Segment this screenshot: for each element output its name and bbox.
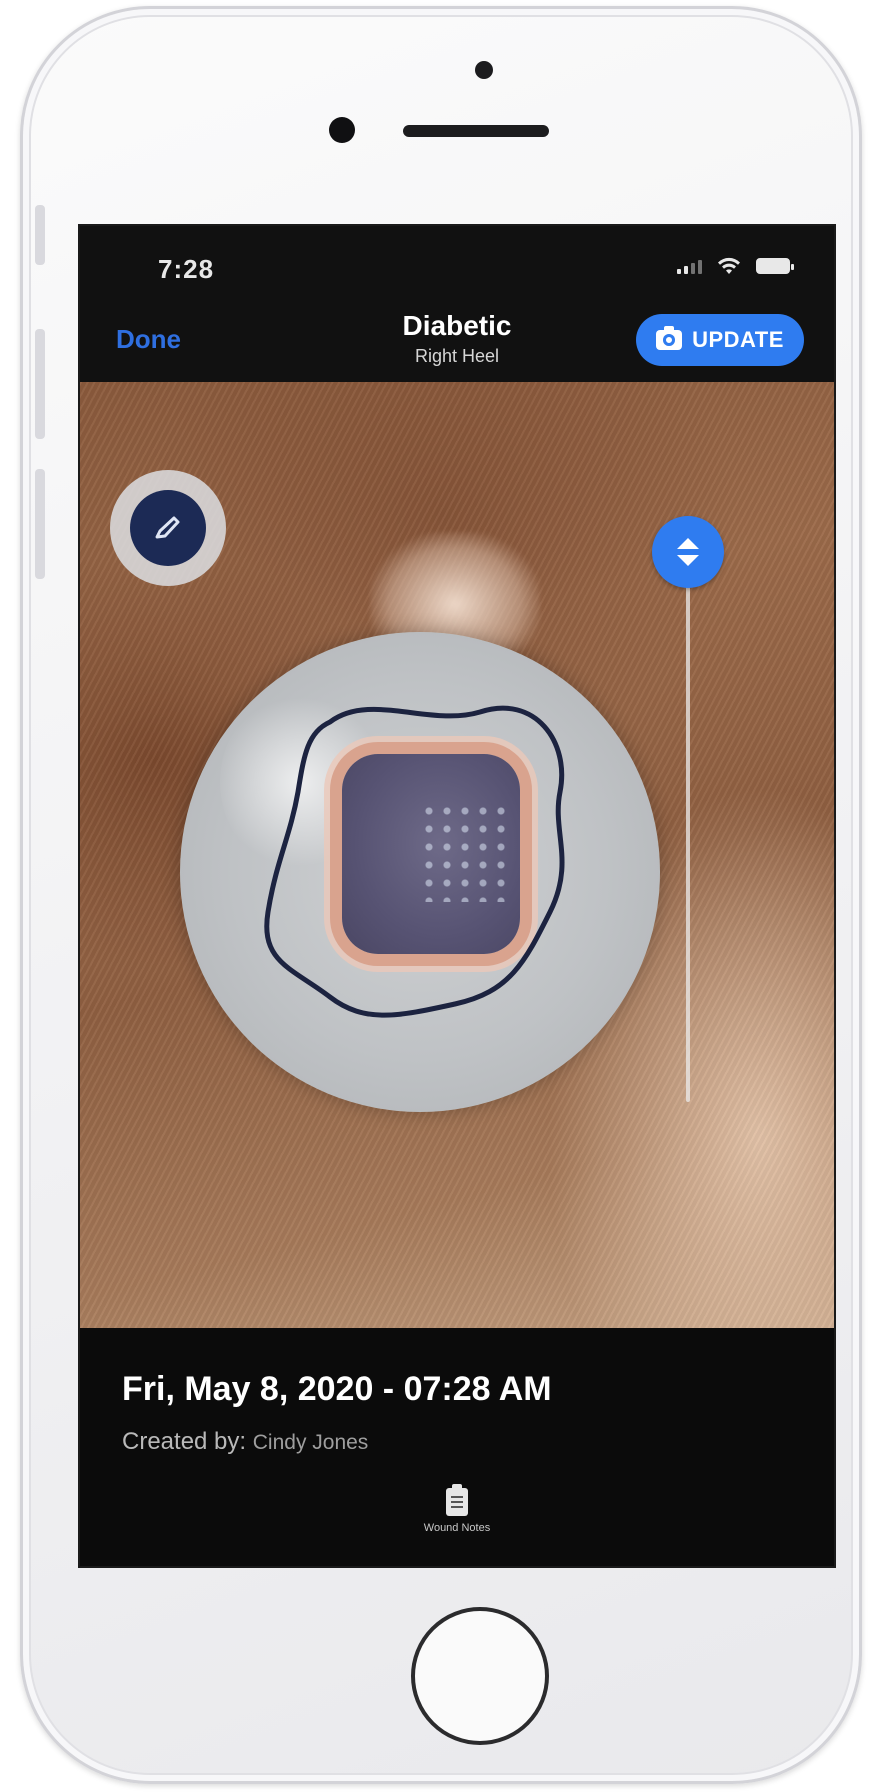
wifi-icon bbox=[718, 257, 740, 274]
mute-switch bbox=[35, 205, 45, 265]
zoom-slider-thumb[interactable] bbox=[652, 516, 724, 588]
clipboard-icon bbox=[446, 1484, 468, 1516]
update-button-label: UPDATE bbox=[692, 327, 784, 352]
status-icons bbox=[677, 256, 794, 276]
created-by: Created by: Cindy Jones bbox=[122, 1428, 368, 1456]
navigation-bar: Done Diabetic Right Heel UPDATE bbox=[80, 296, 834, 382]
drawing-tool-button[interactable] bbox=[110, 470, 226, 586]
battery-icon bbox=[756, 258, 794, 274]
status-time: 7:28 bbox=[158, 254, 215, 284]
wound-photo[interactable] bbox=[80, 382, 834, 1328]
assessment-date: Fri, May 8, 2020 - 07:28 AM bbox=[122, 1370, 552, 1408]
magnifier-lens[interactable] bbox=[180, 632, 660, 1112]
earpiece-speaker bbox=[403, 125, 549, 137]
signal-icon bbox=[677, 258, 702, 274]
drawing-tool-inner bbox=[130, 490, 206, 566]
assessment-info-panel: Fri, May 8, 2020 - 07:28 AM Created by: … bbox=[80, 1328, 834, 1566]
volume-down-button bbox=[35, 469, 45, 579]
created-by-label: Created by: bbox=[122, 1428, 247, 1455]
proximity-sensor bbox=[475, 61, 493, 79]
pencil-icon bbox=[155, 516, 180, 539]
volume-up-button bbox=[35, 329, 45, 439]
update-button[interactable]: UPDATE bbox=[636, 314, 804, 366]
up-down-arrows-icon bbox=[677, 538, 699, 566]
home-button[interactable] bbox=[411, 1607, 549, 1745]
wound-notes-button[interactable]: Wound Notes bbox=[80, 1484, 834, 1534]
wound-tracing-outline[interactable] bbox=[180, 632, 660, 1112]
status-bar: 7:28 bbox=[80, 226, 834, 296]
wound-notes-label: Wound Notes bbox=[423, 1522, 491, 1534]
zoom-slider-track[interactable] bbox=[686, 582, 690, 1102]
created-by-name: Cindy Jones bbox=[252, 1431, 369, 1454]
camera-icon bbox=[656, 326, 683, 350]
front-camera bbox=[329, 117, 355, 143]
app-screen: 7:28 Done Diabetic Right Heel UPDATE Fri… bbox=[78, 224, 836, 1568]
